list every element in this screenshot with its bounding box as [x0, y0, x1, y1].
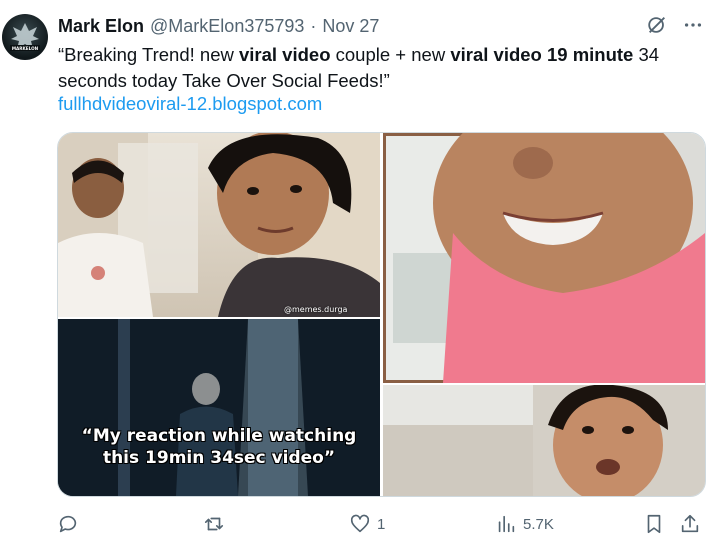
views-icon	[498, 515, 515, 533]
avatar[interactable]: MARKELON	[2, 14, 48, 60]
share-button[interactable]	[679, 510, 701, 538]
views-button[interactable]: 5.7K	[495, 510, 554, 538]
author-handle[interactable]: @MarkElon375793	[150, 16, 304, 37]
media-image-3[interactable]	[383, 133, 705, 383]
watermark: @memes.durga	[284, 305, 348, 314]
tweet-text-segment: couple + new	[330, 44, 451, 65]
bookmark-button[interactable]	[643, 510, 665, 538]
tweet-date[interactable]: Nov 27	[322, 16, 379, 37]
tweet-header: Mark Elon @MarkElon375793 · Nov 27	[58, 14, 379, 38]
reply-icon	[59, 515, 77, 533]
like-button[interactable]: 1	[349, 510, 385, 538]
tweet-text-segment: “Breaking Trend! new	[58, 44, 239, 65]
grok-icon[interactable]	[646, 14, 668, 36]
tweet-text-bold-segment: viral video	[238, 44, 331, 65]
author-name[interactable]: Mark Elon	[58, 16, 144, 37]
tweet-text: “Breaking Trend! new viral video couple …	[58, 42, 698, 94]
media-image-2[interactable]: “My reaction while watching this 19min 3…	[58, 319, 380, 496]
more-icon[interactable]	[682, 14, 704, 36]
views-count: 5.7K	[523, 515, 554, 533]
avatar-logo-icon: MARKELON	[10, 23, 40, 51]
share-icon	[681, 514, 699, 533]
media-grid[interactable]: @memes.durga “My reaction while watching…	[57, 132, 706, 497]
separator: ·	[310, 15, 317, 36]
top-actions	[646, 14, 704, 36]
avatar-text: MARKELON	[12, 46, 39, 51]
bookmark-icon	[647, 514, 661, 534]
heart-icon	[350, 514, 370, 533]
tweet-link[interactable]: fullhdvideoviral-12.blogspot.com	[58, 92, 322, 116]
meme-caption-line-2: this 19min 34sec video”	[102, 448, 336, 468]
reply-button[interactable]	[57, 510, 85, 538]
retweet-icon	[204, 517, 224, 531]
like-count: 1	[377, 515, 386, 533]
media-image-1[interactable]: @memes.durga	[58, 133, 380, 317]
media-image-4[interactable]	[383, 385, 705, 496]
tweet-text-bold-segment: viral video 19 minute	[450, 44, 634, 65]
meme-caption-line-1: “My reaction while watching	[81, 426, 357, 446]
action-bar: 1 5.7K	[57, 510, 707, 538]
retweet-button[interactable]	[203, 510, 231, 538]
